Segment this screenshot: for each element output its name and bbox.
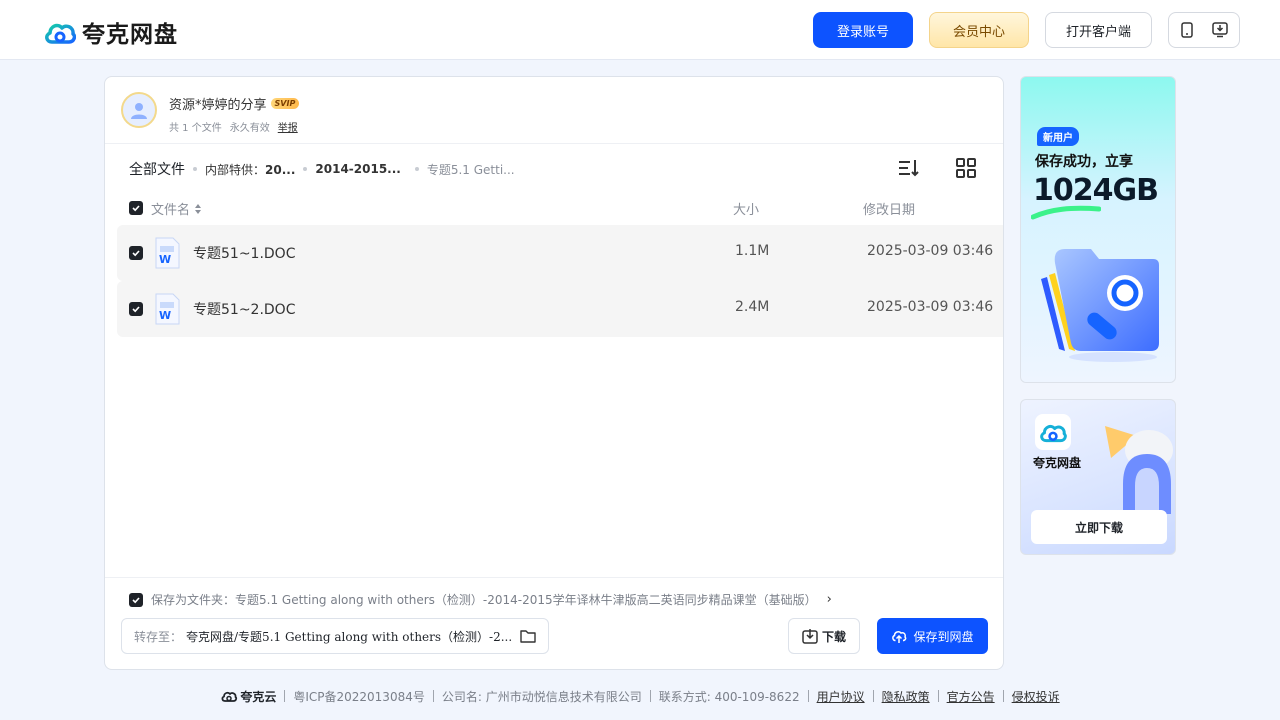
cloud-logo-icon <box>221 691 238 702</box>
validity: 永久有效 <box>229 123 270 134</box>
breadcrumb-separator <box>414 167 419 171</box>
cloud-logo-icon <box>45 23 76 44</box>
table-row[interactable]: W 专题51~2.DOC 2.4M 2025-03-09 03:46 <box>117 281 1003 337</box>
table-header: 文件名 大小 修改日期 <box>129 199 999 219</box>
report-link[interactable]: 举报 <box>278 119 298 134</box>
select-all-checkbox[interactable] <box>129 201 143 215</box>
footer-brand: 夸克云 <box>220 688 276 705</box>
destination-selector[interactable]: 转存至： 夸克网盘/专题5.1 Getting along with other… <box>121 618 549 654</box>
top-header: 夸克网盘 登录账号 会员中心 打开客户端 <box>0 0 1280 60</box>
divider <box>105 577 1003 578</box>
download-icon <box>802 629 818 644</box>
vip-center-button[interactable]: 会员中心 <box>929 12 1029 48</box>
breadcrumb-separator <box>303 167 308 171</box>
column-date: 修改日期 <box>863 203 916 218</box>
new-user-tag: 新用户 <box>1037 127 1079 146</box>
file-size: 1.1M <box>735 243 770 259</box>
footer-link-announcements[interactable]: 官方公告 <box>947 688 995 705</box>
table-row[interactable]: W 专题51~1.DOC 1.1M 2025-03-09 03:46 <box>117 225 1003 281</box>
breadcrumb-level2[interactable]: 2014-2015... <box>315 162 400 176</box>
footer-link-infringement[interactable]: 侵权投诉 <box>1012 688 1060 705</box>
company-name: 公司名: 广州市动悦信息技术有限公司 <box>441 689 642 704</box>
sort-arrows-icon <box>195 203 202 214</box>
save-as-folder-option[interactable]: 保存为文件夹：专题5.1 Getting along with others（检… <box>129 591 832 608</box>
share-owner: 资源*婷婷的分享 SVIP 共 1 个文件 永久有效 举报 <box>121 92 300 134</box>
promo-banner-storage[interactable]: 新用户 保存成功，立享 1024GB <box>1020 76 1176 383</box>
swoosh-decoration <box>1031 205 1101 220</box>
divider <box>105 143 1003 144</box>
word-file-icon: W <box>155 237 180 269</box>
app-logo <box>1035 414 1071 450</box>
svg-text:W: W <box>159 253 171 266</box>
icp-number: 粤ICP备2022013084号 <box>293 689 425 704</box>
download-button[interactable]: 下载 <box>788 618 860 654</box>
avatar <box>121 92 157 128</box>
promo-banner-app[interactable]: 夸克网盘 立即下载 <box>1020 399 1176 555</box>
cloud-upload-icon <box>892 631 907 643</box>
save-folder-checkbox[interactable] <box>129 592 143 607</box>
cloud-logo-icon <box>1040 424 1067 443</box>
folder-icon[interactable] <box>520 629 536 643</box>
contact-info: 联系方式: 400-109-8622 <box>658 689 800 704</box>
word-file-icon: W <box>155 293 180 325</box>
desktop-download-icon[interactable] <box>1212 22 1228 38</box>
column-size: 大小 <box>733 203 760 218</box>
svip-badge: SVIP <box>270 98 300 109</box>
open-client-button[interactable]: 打开客户端 <box>1045 12 1152 48</box>
sort-icon[interactable] <box>897 157 919 179</box>
illustration-decoration <box>1105 426 1173 514</box>
chevron-right-icon: › <box>826 592 832 607</box>
svg-text:W: W <box>159 309 171 322</box>
row-checkbox[interactable] <box>129 302 143 316</box>
share-card: 资源*婷婷的分享 SVIP 共 1 个文件 永久有效 举报 全部文件 内部特供：… <box>104 76 1004 670</box>
login-button[interactable]: 登录账号 <box>813 12 913 48</box>
mobile-icon[interactable] <box>1180 22 1194 38</box>
footer-link-privacy[interactable]: 隐私政策 <box>882 688 930 705</box>
device-buttons <box>1168 12 1240 48</box>
breadcrumb-root[interactable]: 全部文件 <box>129 159 185 179</box>
save-to-drive-button[interactable]: 保存到网盘 <box>877 618 988 654</box>
view-controls <box>897 157 977 179</box>
check-icon <box>132 250 140 257</box>
file-date: 2025-03-09 03:46 <box>867 299 994 315</box>
footer: 夸克云 粤ICP备2022013084号 公司名: 广州市动悦信息技术有限公司 … <box>0 686 1280 706</box>
row-checkbox[interactable] <box>129 246 143 260</box>
check-icon <box>132 596 140 603</box>
download-now-button[interactable]: 立即下载 <box>1031 510 1167 544</box>
file-name: 专题51~1.DOC <box>193 246 296 262</box>
column-name[interactable]: 文件名 <box>151 199 202 218</box>
breadcrumb-separator <box>193 167 197 171</box>
destination-label: 转存至： <box>134 629 183 644</box>
app-brand: 夸克网盘 <box>1033 456 1082 470</box>
breadcrumb-level1[interactable]: 内部特供：20... <box>205 161 295 178</box>
logo-text: 夸克网盘 <box>82 22 178 48</box>
check-icon <box>132 205 140 212</box>
file-date: 2025-03-09 03:46 <box>867 243 994 259</box>
footer-link-user-agreement[interactable]: 用户协议 <box>817 688 865 705</box>
check-icon <box>132 306 140 313</box>
file-size: 2.4M <box>735 299 770 315</box>
user-icon <box>131 103 147 119</box>
destination-path: 夸克网盘/专题5.1 Getting along with others（检测）… <box>186 629 513 644</box>
promo-line1: 保存成功，立享 <box>1035 154 1133 170</box>
breadcrumb: 全部文件 内部特供：20... 2014-2015... 专题5.1 Getti… <box>129 159 515 179</box>
folder-illustration-icon <box>1041 249 1159 362</box>
breadcrumb-current: 专题5.1 Getti... <box>426 162 515 177</box>
quark-logo[interactable]: 夸克网盘 <box>44 15 178 49</box>
file-count: 共 1 个文件 <box>169 123 222 134</box>
grid-view-icon[interactable] <box>955 157 977 179</box>
owner-name: 资源*婷婷的分享 <box>169 98 267 113</box>
save-folder-text: 保存为文件夹：专题5.1 Getting along with others（检… <box>151 593 817 607</box>
file-name: 专题51~2.DOC <box>193 302 296 318</box>
